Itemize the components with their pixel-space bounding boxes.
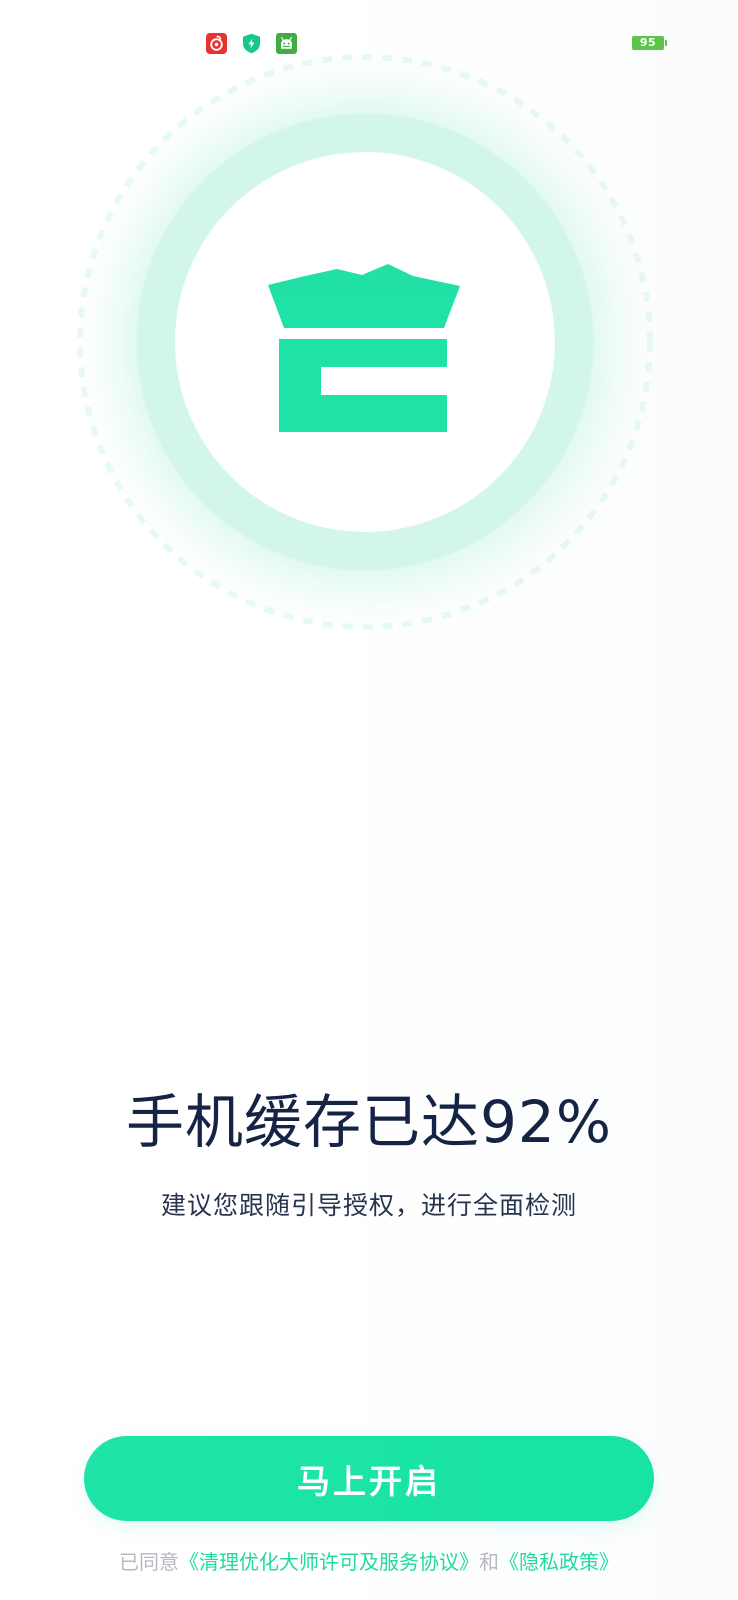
battery-indicator: 95 — [632, 36, 667, 50]
agreement-notice: 已同意《清理优化大师许可及服务协议》和《隐私政策》 — [0, 1545, 738, 1579]
page-title: 手机缓存已达92% — [126, 1088, 612, 1156]
app-logo-icon — [65, 50, 665, 642]
privacy-policy-link[interactable]: 《隐私政策》 — [499, 1550, 619, 1574]
app-emblem — [60, 50, 670, 660]
page-subtitle: 建议您跟随引导授权，进行全面检测 — [160, 1191, 577, 1220]
start-now-button[interactable]: 马上开启 — [84, 1436, 654, 1521]
agreement-prefix: 已同意 — [119, 1550, 179, 1574]
license-agreement-link[interactable]: 《清理优化大师许可及服务协议》 — [179, 1550, 479, 1574]
agreement-conjunction: 和 — [479, 1550, 499, 1574]
splash-screen: 95 手机缓存已达92% 建议您跟随引导授权，进行全面检测 马上开启 已同意《清… — [0, 0, 738, 1600]
